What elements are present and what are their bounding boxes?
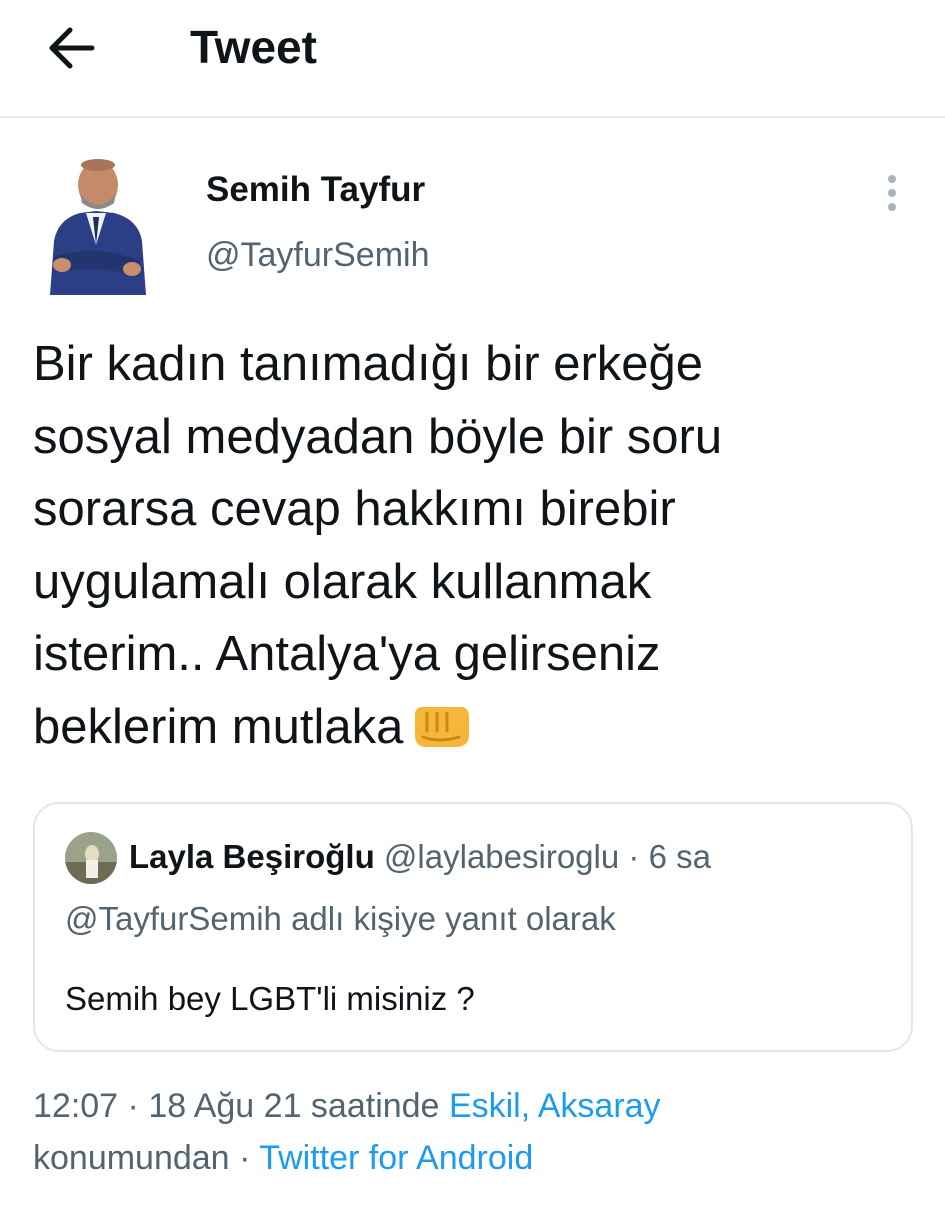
more-vertical-icon (888, 175, 896, 211)
meta-separator: · (127, 1087, 139, 1125)
more-options-button[interactable] (876, 172, 908, 216)
tweet-metadata: 12:07 · 18 Ağu 21 saatinde Eskil, Aksara… (33, 1080, 913, 1184)
location-link[interactable]: Eskil, Aksaray (449, 1087, 661, 1125)
tweet-text-line: uygulamalı olarak kullanmak (33, 554, 652, 609)
quoted-author-name: Layla Beşiroğlu (129, 838, 375, 875)
quoted-tweet-card[interactable]: Layla Beşiroğlu @laylabesiroglu · 6 sa @… (33, 802, 913, 1052)
back-button[interactable] (44, 20, 100, 76)
source-link[interactable]: Twitter for Android (259, 1139, 533, 1177)
oncoming-fist-icon (415, 706, 470, 747)
author-handle[interactable]: @TayfurSemih (206, 233, 429, 277)
quoted-text: Semih bey LGBT'li misiniz ? (65, 980, 475, 1017)
quoted-time: 6 sa (648, 838, 711, 875)
meta-separator: · (239, 1139, 251, 1177)
page-title: Tweet (190, 21, 317, 73)
quoted-separator: · (628, 838, 640, 875)
location-suffix: konumundan (33, 1139, 230, 1177)
tweet-text-line: beklerim mutlaka (33, 699, 404, 754)
author-name[interactable]: Semih Tayfur (206, 168, 425, 212)
quoted-author-handle: @laylabesiroglu (383, 838, 620, 875)
top-bar: Tweet (0, 0, 945, 118)
tweet-date: 18 Ağu 21 saatinde (148, 1087, 440, 1125)
quoted-reply-context: @TayfurSemih adlı kişiye yanıt olarak (65, 900, 616, 937)
author-avatar[interactable] (40, 145, 152, 295)
quoted-author-avatar (65, 832, 117, 884)
arrow-left-icon (49, 27, 95, 69)
quoted-header: Layla Beşiroğlu @laylabesiroglu · 6 sa (129, 834, 711, 880)
tweet-time: 12:07 (33, 1087, 119, 1125)
tweet-text-line: Bir kadın tanımadığı bir erkeğe (33, 337, 704, 391)
tweet-text-line: sosyal medyadan böyle bir soru (33, 409, 723, 464)
tweet-text: Bir kadın tanımadığı bir erkeğe sosyal m… (33, 328, 913, 763)
tweet-text-line: isterim.. Antalya'ya gelirseniz (33, 627, 661, 681)
tweet-text-line: sorarsa cevap hakkımı birebir (33, 482, 676, 536)
